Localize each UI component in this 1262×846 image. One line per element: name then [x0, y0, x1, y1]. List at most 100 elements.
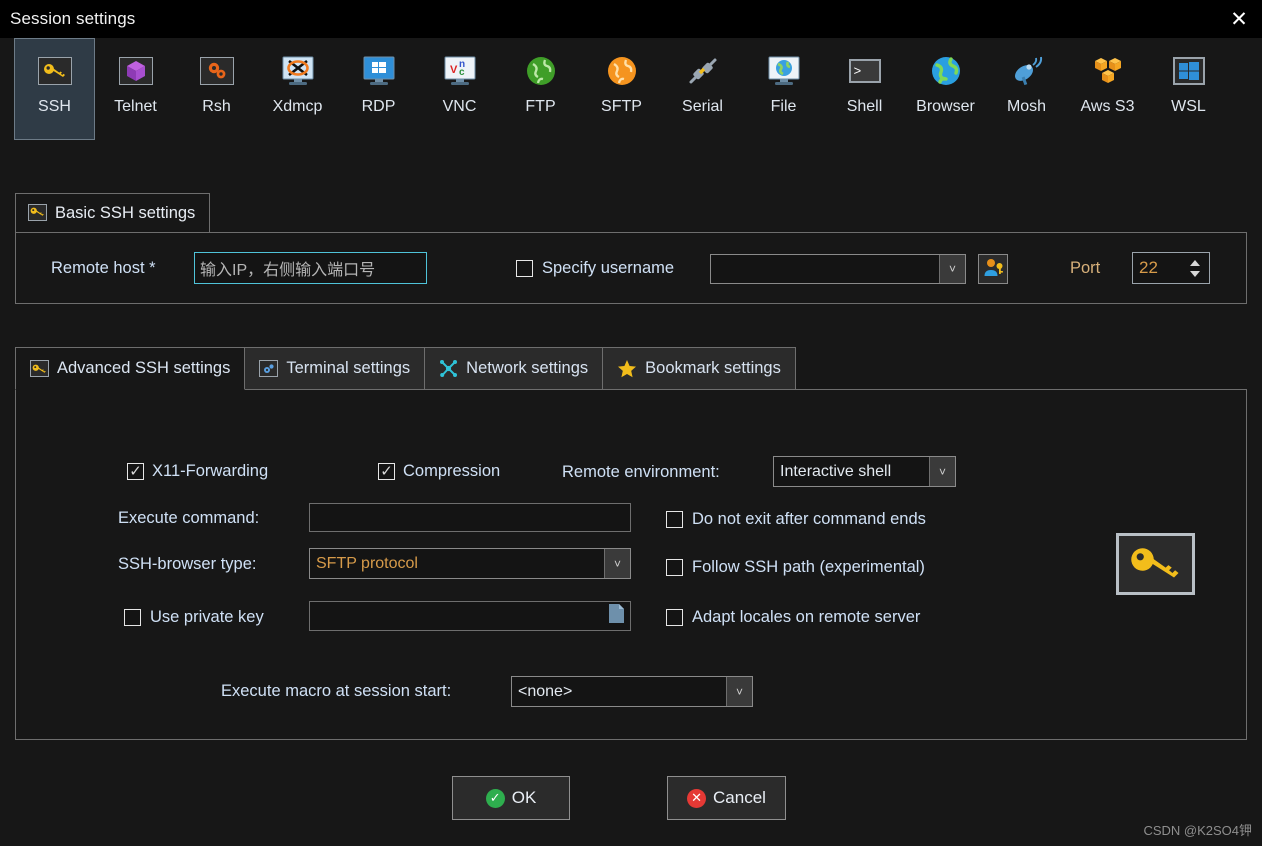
protocol-label: Xdmcp: [272, 98, 323, 115]
tab-advanced-ssh-settings[interactable]: Advanced SSH settings: [15, 347, 246, 390]
cancel-button[interactable]: ✕ Cancel: [667, 776, 786, 820]
ssh-browser-type-label: SSH-browser type:: [118, 555, 257, 573]
protocol-rsh[interactable]: Rsh: [176, 38, 257, 140]
chevron-down-icon: ˅: [929, 457, 955, 486]
x11-forwarding-checkbox[interactable]: ✓ X11-Forwarding: [127, 462, 268, 481]
checkbox-box: ✓: [516, 260, 533, 277]
vnc-monitor-icon: V n c: [441, 52, 479, 90]
user-key-icon: [983, 257, 1004, 282]
execute-macro-value: <none>: [518, 682, 573, 700]
terminal-icon: >: [846, 52, 884, 90]
session-settings-window: Session settings ✕ SSH Telnet Rsh Xdmcp …: [0, 0, 1262, 846]
star-icon: [617, 359, 637, 378]
protocol-xdmcp[interactable]: Xdmcp: [257, 38, 338, 140]
use-private-key-checkbox[interactable]: ✓ Use private key: [124, 608, 264, 627]
satellite-icon: [1008, 52, 1046, 90]
tab-label: Bookmark settings: [645, 359, 781, 377]
protocol-rdp[interactable]: RDP: [338, 38, 419, 140]
specify-username-checkbox[interactable]: ✓ Specify username: [516, 259, 674, 278]
follow-ssh-path-checkbox[interactable]: ✓ Follow SSH path (experimental): [666, 558, 925, 577]
username-combo[interactable]: ˅: [710, 254, 966, 284]
windows-icon: [1170, 52, 1208, 90]
basic-ssh-legend: Basic SSH settings: [15, 193, 211, 232]
basic-ssh-row: Remote host * 输入IP，右侧输入端口号 ✓ Specify use…: [16, 233, 1246, 303]
tab-bookmark-settings[interactable]: Bookmark settings: [603, 347, 796, 390]
settings-tabstrip: Advanced SSH settings Terminal settings …: [15, 347, 796, 390]
title-bar: Session settings ✕: [0, 0, 1262, 38]
tab-label: Network settings: [466, 359, 589, 377]
ssh-browser-type-value: SFTP protocol: [316, 554, 418, 572]
checkbox-box: ✓: [666, 511, 683, 528]
protocol-label: Browser: [916, 98, 975, 115]
remote-environment-combo[interactable]: Interactive shell ˅: [773, 456, 956, 487]
chevron-down-icon: ˅: [604, 549, 630, 578]
key-icon: [36, 52, 74, 90]
protocol-toolbar: SSH Telnet Rsh Xdmcp RDP V n c VNC FTP S…: [0, 38, 1262, 153]
file-icon[interactable]: [608, 603, 625, 629]
advanced-ssh-panel: ✓ X11-Forwarding ✓ Compression Remote en…: [15, 389, 1247, 740]
x11-forwarding-label: X11-Forwarding: [152, 462, 269, 480]
port-spinner[interactable]: 22: [1132, 252, 1210, 284]
plug-icon: [684, 52, 722, 90]
protocol-vnc[interactable]: V n c VNC: [419, 38, 500, 140]
protocol-label: Serial: [682, 98, 723, 115]
compression-label: Compression: [403, 462, 501, 480]
protocol-label: WSL: [1171, 98, 1206, 115]
protocol-browser[interactable]: Browser: [905, 38, 986, 140]
protocol-sftp[interactable]: SFTP: [581, 38, 662, 140]
terminal-settings-icon: [259, 360, 279, 377]
checkbox-box: ✓: [666, 609, 683, 626]
remote-host-placeholder: 输入IP，右侧输入端口号: [200, 262, 376, 279]
checkbox-box: ✓: [666, 559, 683, 576]
protocol-shell[interactable]: > Shell: [824, 38, 905, 140]
globe-monitor-icon: [765, 52, 803, 90]
check-icon: ✓: [485, 788, 505, 808]
execute-macro-combo[interactable]: <none> ˅: [511, 676, 753, 707]
protocol-serial[interactable]: Serial: [662, 38, 743, 140]
svg-text:c: c: [459, 67, 465, 78]
protocol-ftp[interactable]: FTP: [500, 38, 581, 140]
protocol-file[interactable]: File: [743, 38, 824, 140]
protocol-label: Aws S3: [1080, 98, 1135, 115]
execute-macro-label: Execute macro at session start:: [221, 682, 452, 700]
compression-checkbox[interactable]: ✓ Compression: [378, 462, 500, 481]
specify-username-label: Specify username: [542, 259, 675, 277]
remote-environment-value: Interactive shell: [780, 462, 892, 480]
tab-terminal-settings[interactable]: Terminal settings: [245, 347, 426, 390]
username-picker-button[interactable]: [978, 254, 1008, 284]
execute-command-input[interactable]: [309, 503, 631, 532]
tab-network-settings[interactable]: Network settings: [425, 347, 604, 390]
basic-ssh-group: Remote host * 输入IP，右侧输入端口号 ✓ Specify use…: [15, 232, 1247, 304]
ssh-browser-type-combo[interactable]: SFTP protocol ˅: [309, 548, 631, 579]
chevron-down-icon[interactable]: [1190, 270, 1200, 277]
protocol-label: VNC: [442, 98, 477, 115]
protocol-mosh[interactable]: Mosh: [986, 38, 1067, 140]
aws-cubes-icon: [1089, 52, 1127, 90]
remote-host-input[interactable]: 输入IP，右侧输入端口号: [194, 252, 427, 284]
protocol-aws-s3[interactable]: Aws S3: [1067, 38, 1148, 140]
protocol-ssh[interactable]: SSH: [14, 38, 95, 140]
remote-environment-label: Remote environment:: [562, 463, 720, 481]
protocol-label: Telnet: [114, 98, 157, 115]
close-icon[interactable]: ✕: [1216, 0, 1262, 38]
watermark: CSDN @K2SO4钾: [1143, 823, 1252, 838]
chevron-down-icon: ˅: [939, 255, 965, 283]
adapt-locales-label: Adapt locales on remote server: [692, 608, 921, 626]
protocol-label: File: [770, 98, 797, 115]
protocol-label: Rsh: [202, 98, 231, 115]
do-not-exit-label: Do not exit after command ends: [692, 510, 926, 528]
adapt-locales-checkbox[interactable]: ✓ Adapt locales on remote server: [666, 608, 920, 627]
tab-label: Terminal settings: [286, 359, 411, 377]
do-not-exit-checkbox[interactable]: ✓ Do not exit after command ends: [666, 510, 926, 529]
gears-icon: [198, 52, 236, 90]
ok-button[interactable]: ✓ OK: [452, 776, 570, 820]
chevron-up-icon[interactable]: [1190, 259, 1200, 266]
spinner-arrows[interactable]: [1185, 253, 1209, 283]
protocol-wsl[interactable]: WSL: [1148, 38, 1229, 140]
protocol-telnet[interactable]: Telnet: [95, 38, 176, 140]
key-icon: [1116, 533, 1195, 595]
orange-globe-icon: [603, 52, 641, 90]
checkbox-box: ✓: [127, 463, 144, 480]
network-icon: [439, 359, 458, 378]
private-key-input[interactable]: [309, 601, 631, 631]
